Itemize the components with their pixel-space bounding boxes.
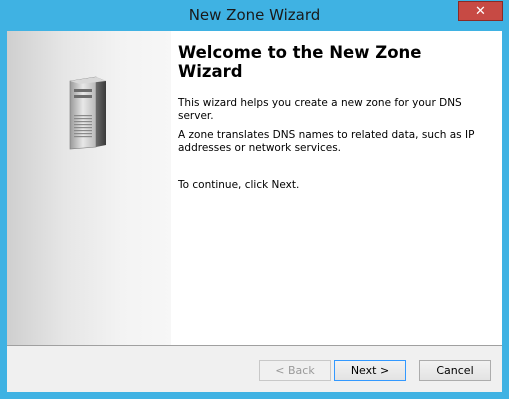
wizard-window: New Zone Wizard ✕ Welcome to the New Zon…	[0, 0, 509, 399]
back-button[interactable]: < Back	[259, 360, 331, 381]
server-icon	[69, 76, 106, 150]
page-title: Welcome to the New Zone Wizard	[178, 43, 422, 81]
close-button[interactable]: ✕	[458, 1, 503, 21]
footer-divider	[7, 345, 502, 346]
intro-text: This wizard helps you create a new zone …	[178, 97, 462, 122]
title-bar[interactable]: New Zone Wizard ✕	[0, 0, 509, 31]
description-text: A zone translates DNS names to related d…	[178, 129, 475, 154]
wizard-client-area: Welcome to the New Zone Wizard This wiza…	[7, 31, 502, 392]
wizard-sidebar	[7, 31, 171, 345]
cancel-button[interactable]: Cancel	[419, 360, 491, 381]
close-icon: ✕	[475, 3, 486, 19]
next-button[interactable]: Next >	[334, 360, 406, 381]
instruction-text: To continue, click Next.	[178, 179, 300, 191]
wizard-content: Welcome to the New Zone Wizard This wiza…	[171, 31, 502, 345]
window-title: New Zone Wizard	[188, 6, 321, 24]
